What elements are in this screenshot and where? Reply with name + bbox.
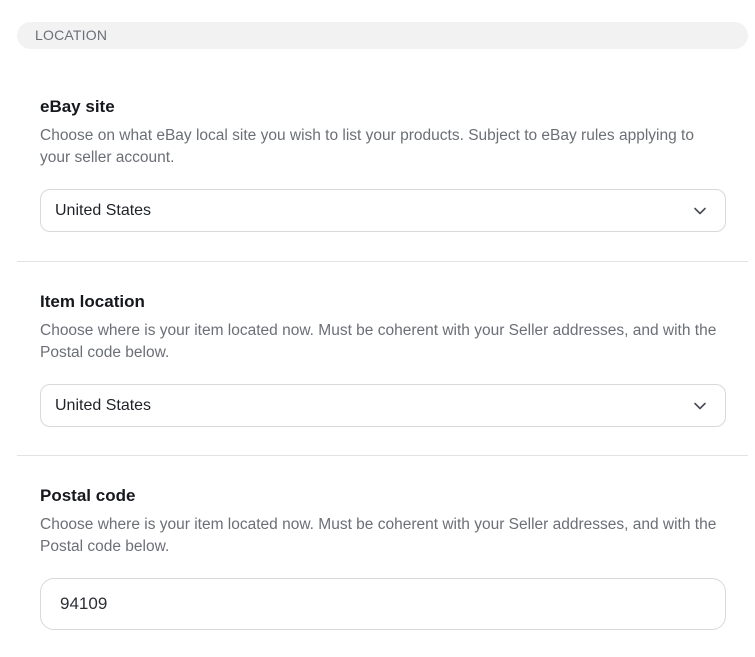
item-location-label: Item location [40,292,145,311]
section-title: LOCATION [35,27,108,43]
postal-code-label: Postal code [40,486,136,505]
section-header-location: LOCATION [17,22,748,49]
item-location-selected-value: United States [55,396,152,414]
divider [17,261,748,262]
item-location-select[interactable]: United States [40,384,726,427]
postal-code-input[interactable] [60,594,725,614]
item-location-field: Item location Choose where is your item … [17,291,748,427]
chevron-down-icon [693,399,707,413]
divider [17,455,748,456]
postal-code-description: Choose where is your item located now. M… [40,516,717,555]
ebay-site-field: eBay site Choose on what eBay local site… [17,96,748,232]
postal-code-field: Postal code Choose where is your item lo… [17,485,748,630]
chevron-down-icon [693,204,707,218]
ebay-site-select[interactable]: United States [40,189,726,232]
ebay-site-description: Choose on what eBay local site you wish … [40,127,694,166]
postal-code-input-wrapper [40,578,726,630]
ebay-site-selected-value: United States [55,201,152,219]
ebay-site-label: eBay site [40,97,115,116]
item-location-description: Choose where is your item located now. M… [40,322,717,361]
location-settings-panel: LOCATION eBay site Choose on what eBay l… [0,0,755,657]
